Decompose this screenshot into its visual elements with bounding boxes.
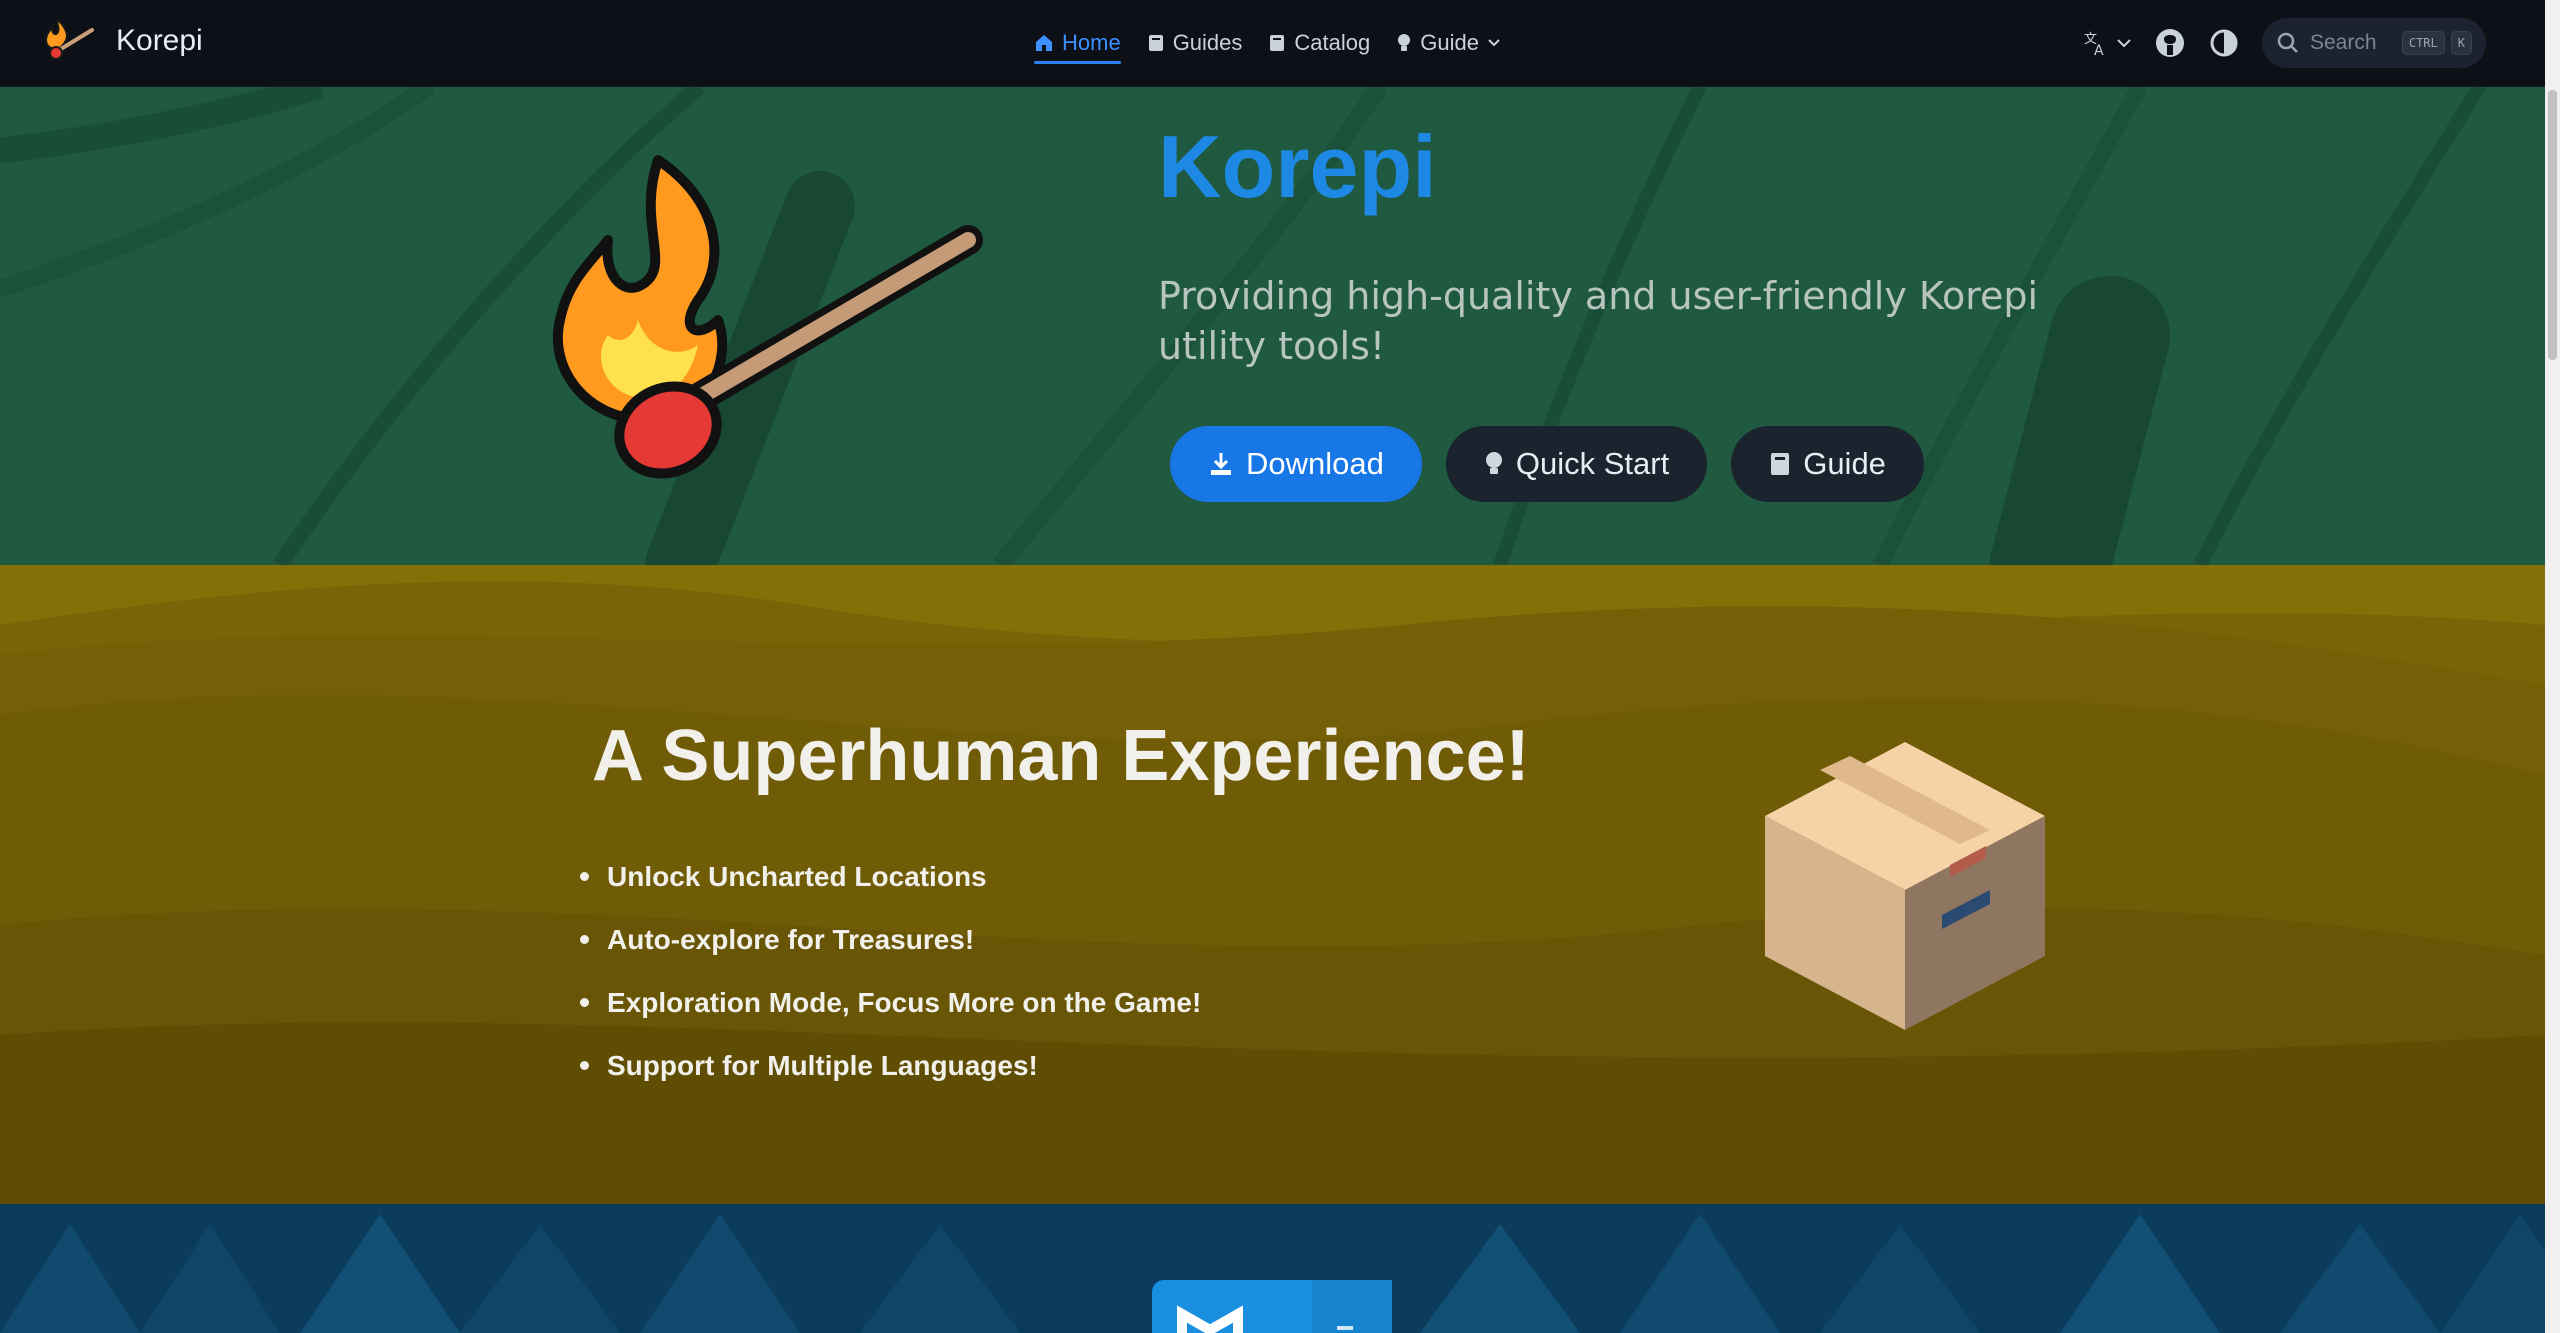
next-section <box>0 1204 2545 1333</box>
search-icon <box>2277 32 2298 53</box>
top-navbar: Korepi Home Guides Catalog Guide 文 A Sea… <box>0 0 2545 87</box>
nav-actions: 文 A Search CTRL K <box>2082 0 2486 86</box>
language-switcher[interactable]: 文 A <box>2082 29 2132 57</box>
lightbulb-icon <box>1398 34 1411 51</box>
feature-item-label: Auto-explore for Treasures! <box>607 923 975 955</box>
package-box-icon <box>1765 742 2045 1030</box>
book-icon <box>1270 35 1285 51</box>
nav-home-label: Home <box>1062 30 1121 55</box>
next-section-card <box>1152 1280 1392 1333</box>
match-logo-icon <box>44 18 94 60</box>
book-icon <box>1771 453 1790 475</box>
book-icon <box>1148 35 1163 51</box>
nav-home[interactable]: Home <box>1034 0 1121 86</box>
feature-item: Unlock Uncharted Locations <box>580 845 1201 908</box>
brand-title: Korepi <box>116 24 203 57</box>
feature-title: A Superhuman Experience! <box>592 716 1530 796</box>
nav-guides-label: Guides <box>1172 30 1243 55</box>
hero-actions: Download Quick Start Guide <box>1170 426 1924 502</box>
feature-section: A Superhuman Experience! Unlock Uncharte… <box>0 565 2545 1204</box>
bullet-icon <box>580 1061 589 1070</box>
translate-icon: 文 A <box>2084 32 2104 57</box>
lightbulb-icon <box>1485 452 1502 474</box>
feature-item: Exploration Mode, Focus More on the Game… <box>580 971 1201 1034</box>
chevron-down-icon <box>1488 39 1500 47</box>
feature-item-label: Unlock Uncharted Locations <box>607 860 987 892</box>
quick-start-button[interactable]: Quick Start <box>1445 426 1708 502</box>
hero-title: Korepi <box>1158 117 1437 216</box>
feature-item-label: Exploration Mode, Focus More on the Game… <box>607 986 1202 1018</box>
scrollbar-thumb[interactable] <box>2548 90 2557 360</box>
search-shortcut: CTRL K <box>2401 31 2472 55</box>
github-icon[interactable] <box>2154 27 2186 59</box>
chevron-down-icon <box>2117 39 2131 48</box>
hero-match-logo <box>552 155 983 479</box>
nav-catalog-label: Catalog <box>1294 30 1371 55</box>
bullet-icon <box>580 935 589 944</box>
feature-list: Unlock Uncharted Locations Auto-explore … <box>580 845 1201 1097</box>
main-nav: Home Guides Catalog Guide <box>1034 0 1501 86</box>
brand-link[interactable]: Korepi <box>40 16 203 66</box>
download-button-label: Download <box>1246 446 1384 481</box>
quick-start-button-label: Quick Start <box>1515 446 1670 481</box>
guide-button[interactable]: Guide <box>1731 426 1924 502</box>
search-button[interactable]: Search CTRL K <box>2262 18 2486 68</box>
shortcut-key: K <box>2450 31 2472 55</box>
nav-catalog[interactable]: Catalog <box>1268 0 1370 86</box>
feature-item: Support for Multiple Languages! <box>580 1034 1201 1097</box>
feature-background-waves <box>0 565 2545 1204</box>
download-button[interactable]: Download <box>1170 426 1422 502</box>
download-icon <box>1211 453 1231 475</box>
svg-text:A: A <box>2094 43 2104 57</box>
home-icon <box>1036 35 1052 51</box>
hero-section: Korepi Providing high-quality and user-f… <box>0 86 2545 565</box>
feature-item-label: Support for Multiple Languages! <box>607 1049 1038 1081</box>
bullet-icon <box>580 872 589 881</box>
feature-item: Auto-explore for Treasures! <box>580 908 1201 971</box>
theme-toggle-icon[interactable] <box>2208 27 2240 59</box>
nav-guides[interactable]: Guides <box>1147 0 1243 86</box>
hero-tagline: Providing high-quality and user-friendly… <box>1158 274 2039 368</box>
nav-guide-label: Guide <box>1420 30 1479 55</box>
shortcut-key: CTRL <box>2401 31 2445 55</box>
guide-button-label: Guide <box>1803 446 1886 481</box>
bullet-icon <box>580 998 589 1007</box>
page-scrollbar[interactable] <box>2545 0 2560 1333</box>
nav-guide-dropdown[interactable]: Guide <box>1396 0 1501 86</box>
search-placeholder: Search <box>2310 31 2377 54</box>
app-window-icon <box>1177 1280 1392 1333</box>
